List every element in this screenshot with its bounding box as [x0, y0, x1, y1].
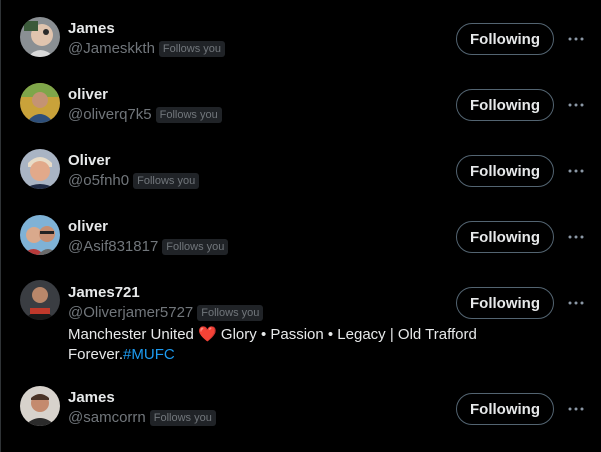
user-row[interactable]: oliver @oliverq7k5 Follows you Following: [0, 66, 601, 132]
username-handle[interactable]: @Oliverjamer5727: [68, 304, 193, 322]
user-row[interactable]: Oliver @o5fnh0 Follows you Following: [0, 132, 601, 198]
display-name[interactable]: James: [68, 389, 115, 407]
username-handle[interactable]: @oliverq7k5: [68, 106, 152, 124]
handle-line: @o5fnh0 Follows you: [68, 172, 200, 190]
avatar[interactable]: [20, 386, 60, 426]
more-dots-icon[interactable]: [566, 29, 586, 49]
handle-line: @oliverq7k5 Follows you: [68, 106, 222, 124]
follows-you-badge: Follows you: [197, 305, 264, 321]
following-button[interactable]: Following: [456, 393, 554, 425]
user-row[interactable]: James @Jameskkth Follows you Following: [0, 0, 601, 66]
avatar[interactable]: [20, 149, 60, 189]
following-button[interactable]: Following: [456, 89, 554, 121]
avatar[interactable]: [20, 83, 60, 123]
following-button[interactable]: Following: [456, 221, 554, 253]
display-name[interactable]: oliver: [68, 86, 108, 104]
avatar[interactable]: [20, 17, 60, 57]
display-name[interactable]: James: [68, 20, 115, 38]
handle-line: @samcorrn Follows you: [68, 409, 216, 427]
following-button[interactable]: Following: [456, 287, 554, 319]
following-list: James @Jameskkth Follows you Following o…: [0, 0, 601, 442]
user-row[interactable]: oliver @Asif831817 Follows you Following: [0, 198, 601, 264]
display-name[interactable]: oliver: [68, 218, 108, 236]
avatar[interactable]: [20, 280, 60, 320]
heart-emoji: ❤️: [198, 326, 217, 343]
follows-you-badge: Follows you: [162, 239, 229, 255]
bio-text: Manchester United: [68, 326, 199, 343]
more-dots-icon[interactable]: [566, 293, 586, 313]
username-handle[interactable]: @o5fnh0: [68, 172, 129, 190]
follows-you-badge: Follows you: [149, 410, 216, 426]
handle-line: @Asif831817 Follows you: [68, 238, 229, 256]
user-row[interactable]: James @samcorrn Follows you Following: [0, 380, 601, 442]
display-name[interactable]: James721: [68, 284, 140, 302]
username-handle[interactable]: @samcorrn: [68, 409, 146, 427]
following-button[interactable]: Following: [456, 155, 554, 187]
user-bio: Manchester United ❤️ Glory • Passion • L…: [68, 325, 508, 365]
user-row[interactable]: James721 @Oliverjamer5727 Follows you Fo…: [0, 264, 601, 380]
display-name[interactable]: Oliver: [68, 152, 111, 170]
follows-you-badge: Follows you: [155, 107, 222, 123]
follows-you-badge: Follows you: [158, 41, 225, 57]
more-dots-icon[interactable]: [566, 161, 586, 181]
username-handle[interactable]: @Asif831817: [68, 238, 158, 256]
following-button[interactable]: Following: [456, 23, 554, 55]
hashtag-link[interactable]: #MUFC: [123, 346, 175, 363]
more-dots-icon[interactable]: [566, 399, 586, 419]
avatar[interactable]: [20, 215, 60, 255]
more-dots-icon[interactable]: [566, 227, 586, 247]
handle-line: @Jameskkth Follows you: [68, 40, 225, 58]
username-handle[interactable]: @Jameskkth: [68, 40, 155, 58]
handle-line: @Oliverjamer5727 Follows you: [68, 304, 264, 322]
follows-you-badge: Follows you: [133, 173, 200, 189]
more-dots-icon[interactable]: [566, 95, 586, 115]
